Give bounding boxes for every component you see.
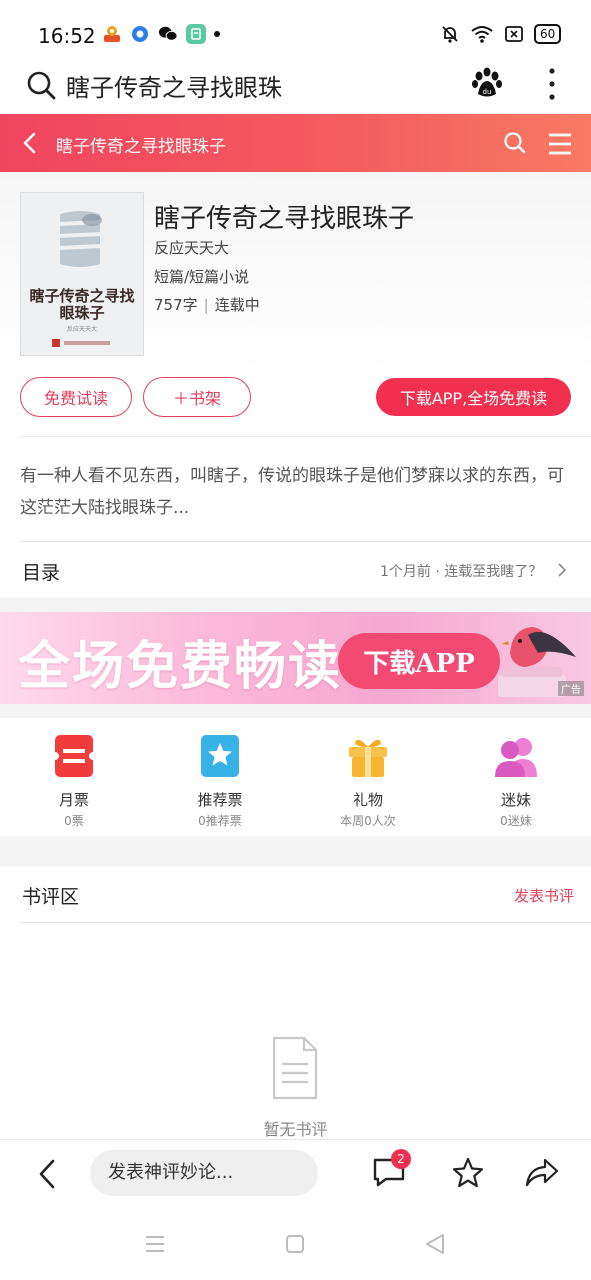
divider [20,436,591,437]
battery-indicator: 60 [534,24,562,44]
gift-button[interactable]: 礼物 本周0人次 [303,733,433,829]
header-title: 瞎子传奇之寻找眼珠子 [56,137,226,157]
chevron-right-icon[interactable] [555,562,569,578]
serial-status: 连载中 [214,296,260,314]
app-icon [186,24,206,44]
book-author[interactable]: 反应天天大 [154,237,229,258]
book-description[interactable]: 有一种人看不见东西，叫瞎子，传说的眼珠子是他们梦寐以求的东西，可这茫茫大陆找眼珠… [20,460,575,524]
fans-button[interactable]: 迷妹 0迷妹 [451,733,581,829]
cover-publisher-logo [50,337,114,349]
close-box-icon [505,26,523,42]
menu-icon[interactable] [546,130,574,158]
message-count-badge: 2 [391,1149,411,1169]
empty-document-icon [272,1036,318,1100]
monthly-ticket-button[interactable]: 月票 0票 [9,733,139,829]
recommend-ticket-button[interactable]: 推荐票 0推荐票 [155,733,285,829]
system-back-icon[interactable] [424,1233,446,1255]
favorite-star-icon[interactable] [451,1156,485,1190]
divider [20,541,591,542]
gift-icon [349,739,387,777]
baidu-paw-icon[interactable]: du [470,66,504,100]
toc-latest-chapter[interactable]: 1个月前 · 连载至我瞎了？ [380,561,542,581]
wifi-icon [471,26,493,43]
section-gap [0,836,591,866]
fans-icon [495,738,537,777]
recommend-ticket-icon [201,735,239,777]
ad-tag: 广告 [558,681,584,696]
bell-off-icon [442,26,458,43]
notification-icons [102,24,220,44]
divider [20,922,591,923]
free-trial-button[interactable]: 免费试读 [20,377,132,417]
toc-title[interactable]: 目录 [22,558,60,585]
monthly-ticket-icon [51,735,97,777]
map-pin-icon [102,24,122,44]
book-title: 瞎子传奇之寻找眼珠子 [154,204,415,234]
book-stats: 757字 | 连载中 [154,294,260,315]
ticket-count: 本周0人次 [340,814,396,828]
post-review-link[interactable]: 发表书评 [514,885,574,906]
ticket-count: 0推荐票 [198,814,242,828]
svg-text:du: du [483,88,492,96]
section-gap [0,598,591,612]
ticket-label: 礼物 [352,791,383,809]
more-notifications-dot [214,31,220,37]
more-vertical-icon[interactable] [544,66,560,102]
header-search-icon[interactable] [502,130,528,156]
ticket-label: 月票 [58,791,89,809]
recent-apps-icon[interactable] [144,1234,166,1254]
section-gap [0,704,591,718]
word-count: 757字 [154,296,198,314]
status-right: 60 [440,24,562,44]
cover-art-icon [57,211,103,267]
banner-download-button[interactable]: 下载APP [338,633,500,689]
book-genre[interactable]: 短篇/短篇小说 [154,266,249,287]
back-icon[interactable] [36,1158,58,1190]
cover-title: 瞎子传奇之寻找眼珠子 [29,287,135,322]
cover-author: 反应天天大 [66,326,97,333]
review-section-title: 书评区 [22,886,80,908]
share-icon[interactable] [524,1156,560,1190]
browser-app-icon [130,24,150,44]
status-time: 16:52 [38,24,96,48]
comment-input[interactable]: 发表神评妙论... [90,1150,318,1196]
ticket-count: 0票 [64,814,84,828]
banner-text: 全场免费畅读 [18,636,343,697]
back-arrow-icon[interactable] [16,128,44,158]
home-icon[interactable] [285,1234,305,1254]
stats-separator: | [203,296,209,314]
add-to-shelf-button[interactable]: ＋书架 [143,377,251,417]
ticket-label: 推荐票 [197,791,243,809]
ticket-label: 迷妹 [500,791,531,809]
empty-review-text: 暂无书评 [263,1120,328,1139]
search-icon[interactable] [26,70,56,100]
search-query-text[interactable]: 瞎子传奇之寻找眼珠 [66,68,282,103]
ticket-count: 0迷妹 [500,814,532,828]
download-app-button[interactable]: 下载APP,全场免费读 [376,378,571,416]
wechat-icon [158,24,178,44]
